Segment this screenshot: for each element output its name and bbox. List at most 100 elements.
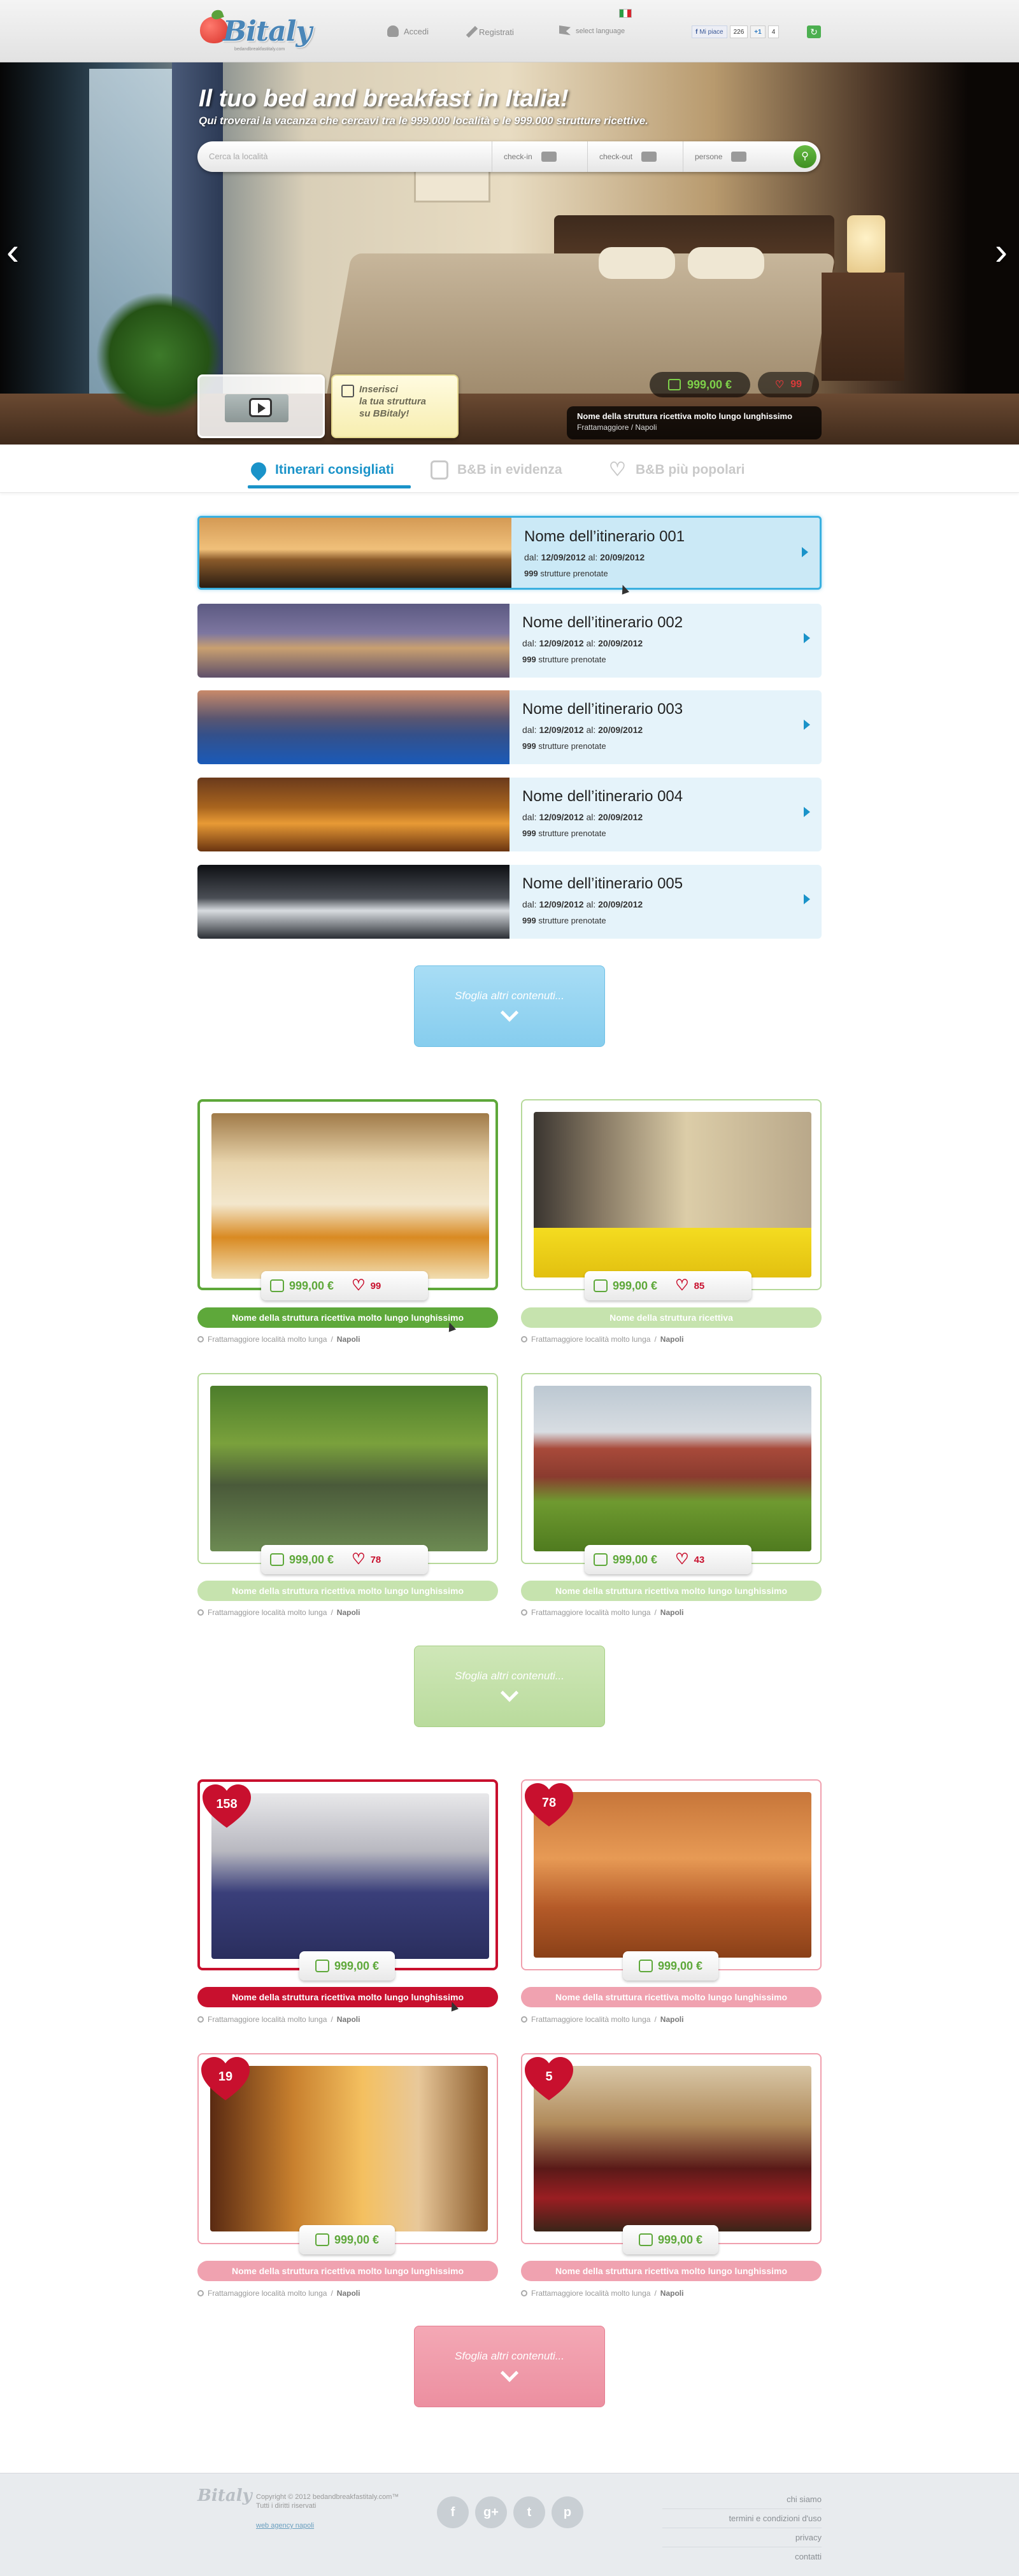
location-pin-icon [197,2290,204,2296]
property-location: Frattamaggiore località molto lunga / Na… [521,2289,683,2298]
itinerary-count: 999 strutture prenotate [522,655,606,664]
price-value: 999,00 € [289,1553,334,1566]
property-name-link[interactable]: Nome della struttura ricettiva molto lun… [521,2261,822,2281]
site-logo[interactable]: Bitaly bedandbreakfastitaly.com [197,6,312,56]
footer-link-contatti[interactable]: contatti [662,2547,822,2566]
footer-link-termini[interactable]: termini e condizioni d'uso [662,2509,822,2528]
register-link[interactable]: Registrati [466,25,514,38]
hero-likes: 99 [790,379,802,390]
checkin-field[interactable]: check-in [492,141,587,172]
likes-count: 43 [694,1554,705,1565]
featured-card[interactable] [197,1373,498,1564]
google-plus-icon[interactable]: g+ [475,2496,507,2528]
likes-count: 78 [541,1796,557,1810]
property-name-link[interactable]: Nome della struttura ricettiva molto lun… [197,2261,498,2281]
logo-wordmark: Bitaly [223,15,312,48]
likes-count: 19 [218,2070,233,2084]
price-box: 999,00 € [623,2225,718,2254]
search-bar: Cerca la località check-in check-out per… [197,141,820,172]
video-button[interactable] [197,374,325,438]
hero-banner: Il tuo bed and breakfast in Italia! Qui … [0,62,1019,445]
hero-price: 999,00 € [687,378,732,391]
location-pin-icon [521,1609,527,1616]
likes-button[interactable]: ♡ 85 [666,1278,713,1293]
search-input[interactable]: Cerca la località [209,152,268,161]
footer-link-chi-siamo[interactable]: chi siamo [662,2490,822,2509]
likes-button[interactable]: ♡ 78 [343,1552,390,1567]
property-name-link[interactable]: Nome della struttura ricettiva molto lun… [521,1987,822,2007]
itinerary-card[interactable]: Nome dell’itinerario 003 dal: 12/09/2012… [197,690,822,764]
hero-likes-badge[interactable]: ♡ 99 [758,372,819,397]
load-more-featured-button[interactable]: Sfoglia altri contenuti... [414,1646,605,1727]
itinerary-title: Nome dell’itinerario 002 [522,614,683,631]
bb-icon [667,379,681,390]
itinerary-card[interactable]: Nome dell’itinerario 001 dal: 12/09/2012… [197,516,822,590]
hero-caption[interactable]: Nome della struttura ricettiva molto lun… [567,406,822,439]
property-name-link[interactable]: Nome della struttura ricettiva [521,1307,822,1328]
share-icon[interactable]: ↻ [807,25,821,38]
checkout-field[interactable]: check-out [587,141,683,172]
price-box: 999,00 € [299,1951,395,1981]
hero-nightstand [822,273,904,381]
footer-logo[interactable]: Bitaly [197,2486,252,2505]
itinerary-dates: dal: 12/09/2012 al: 20/09/2012 [522,638,643,648]
tab-bb-in-evidenza[interactable]: B&B in evidenza [431,457,562,483]
popular-card[interactable]: 19 [197,2053,498,2244]
itinerary-card[interactable]: Nome dell’itinerario 002 dal: 12/09/2012… [197,604,822,678]
language-selector[interactable]: select language [559,25,625,37]
persons-label: persone [695,152,723,161]
itinerary-card[interactable]: Nome dell’itinerario 005 dal: 12/09/2012… [197,865,822,939]
likes-count: 158 [216,1797,238,1811]
pinterest-icon[interactable]: p [552,2496,583,2528]
login-link[interactable]: Accedi [387,25,429,37]
property-name-link[interactable]: Nome della struttura ricettiva molto lun… [521,1581,822,1601]
popular-card[interactable]: 78 [521,1779,822,1970]
price-box: 999,00 € [623,1951,718,1981]
property-name-link[interactable]: Nome della struttura ricettiva molto lun… [197,1581,498,1601]
persons-field[interactable]: persone [683,141,785,172]
tab-itinerari-consigliati[interactable]: Itinerari consigliati [248,457,394,483]
tab-label: B&B in evidenza [457,462,562,477]
likes-button[interactable]: ♡ 43 [666,1552,713,1567]
chevron-right-icon [804,807,810,817]
map-pin-icon [248,459,269,481]
featured-card[interactable] [521,1373,822,1564]
section-tabs: Itinerari consigliati B&B in evidenza ♡ … [0,445,1019,493]
site-header: Bitaly bedandbreakfastitaly.com Accedi R… [0,0,1019,62]
load-more-popular-button[interactable]: Sfoglia altri contenuti... [414,2326,605,2407]
insert-property-button[interactable]: Inserisci la tua struttura su BBitaly! [331,374,459,438]
price: 999,00 € [630,2233,711,2247]
tab-label: B&B più popolari [636,462,745,477]
likes-count: 78 [370,1554,381,1565]
google-plus-button[interactable]: +1 [750,25,766,38]
hero-lamp [847,215,885,273]
popular-card[interactable]: 158 [197,1779,498,1970]
bb-icon [315,2233,329,2246]
featured-card[interactable] [521,1099,822,1290]
register-label: Registrati [479,27,514,37]
itinerary-photo [199,518,511,588]
popular-card[interactable]: 5 [521,2053,822,2244]
facebook-like-button[interactable]: f Mi piace [692,25,727,38]
search-button[interactable]: ⚲ [794,145,816,168]
featured-card[interactable] [197,1099,498,1290]
footer-agency-link[interactable]: web agency napoli [256,2522,314,2530]
itinerary-card[interactable]: Nome dell’itinerario 004 dal: 12/09/2012… [197,778,822,851]
footer-links: chi siamo termini e condizioni d'uso pri… [662,2490,822,2566]
footer-link-privacy[interactable]: privacy [662,2528,822,2547]
tab-bb-piu-popolari[interactable]: ♡ B&B più popolari [609,457,745,483]
property-location: Frattamaggiore località molto lunga / Na… [521,1608,683,1617]
hero-pillow [688,247,764,279]
likes-button[interactable]: ♡ 99 [343,1278,390,1293]
load-more-itineraries-button[interactable]: Sfoglia altri contenuti... [414,965,605,1047]
hero-next-arrow-icon[interactable]: › [995,229,1008,273]
heart-icon: ♡ [675,1277,689,1294]
itinerary-title: Nome dell’itinerario 003 [522,701,683,718]
chevron-right-icon [804,633,810,643]
hero-prev-arrow-icon[interactable]: ‹ [6,229,19,273]
twitter-icon[interactable]: t [513,2496,545,2528]
likes-count: 99 [370,1280,381,1292]
location-pin-icon [521,2016,527,2023]
facebook-icon[interactable]: f [437,2496,469,2528]
tab-label: Itinerari consigliati [275,462,394,477]
